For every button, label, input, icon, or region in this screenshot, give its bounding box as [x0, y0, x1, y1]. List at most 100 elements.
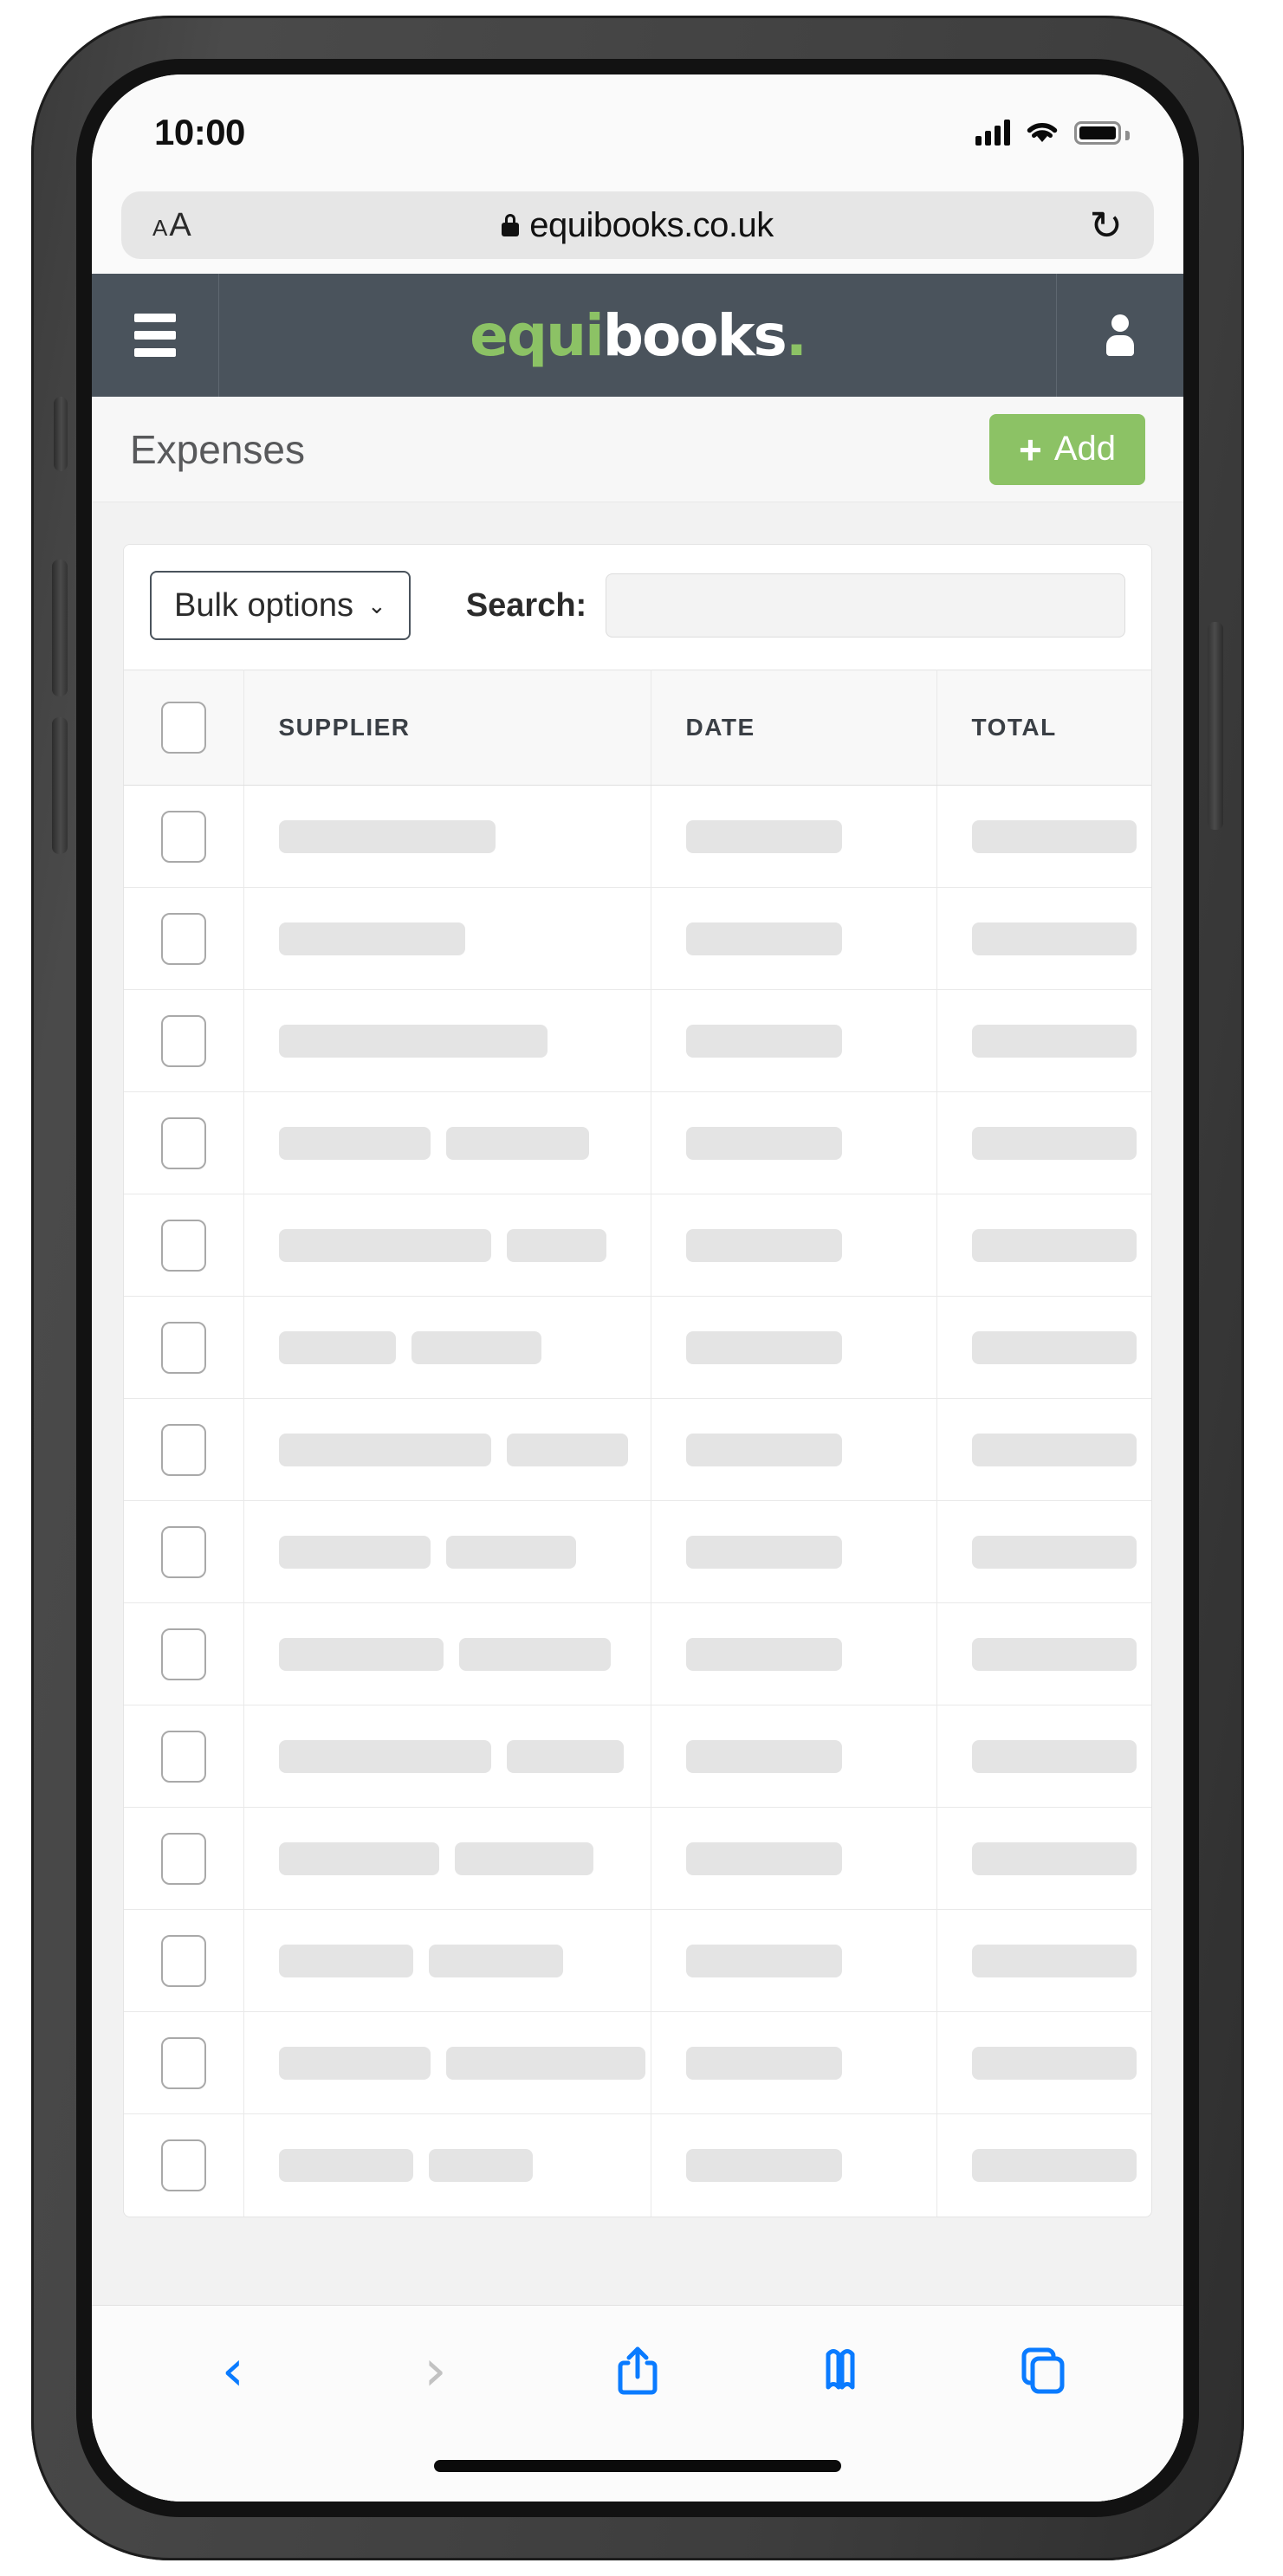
skeleton-bar — [685, 2148, 842, 2182]
battery-full-icon — [1074, 120, 1130, 145]
skeleton-bar — [685, 2046, 842, 2080]
back-button[interactable]: ‹ — [202, 2335, 264, 2406]
table-row[interactable] — [124, 887, 1151, 990]
table-row[interactable] — [124, 989, 1151, 1092]
skeleton-bar — [278, 2046, 431, 2080]
hamburger-menu-button[interactable] — [92, 274, 219, 397]
cell-total — [936, 887, 1151, 990]
logo-dot: . — [785, 301, 807, 369]
skeleton-bar — [971, 1841, 1137, 1875]
row-checkbox[interactable] — [160, 1116, 206, 1169]
share-button[interactable] — [606, 2335, 669, 2406]
table-row[interactable] — [124, 1194, 1151, 1297]
cell-supplier — [243, 1091, 651, 1194]
wifi-icon — [1027, 123, 1058, 142]
volume-up-button[interactable] — [52, 560, 68, 696]
bulk-options-dropdown[interactable]: Bulk options ⌄ — [150, 571, 411, 640]
row-checkbox[interactable] — [160, 1423, 206, 1476]
skeleton-bar — [971, 1228, 1137, 1262]
row-checkbox[interactable] — [160, 1628, 206, 1680]
select-all-checkbox[interactable] — [160, 702, 206, 754]
skeleton-bar — [506, 1228, 606, 1262]
skeleton-bar — [428, 2148, 533, 2182]
skeleton-bar — [278, 1944, 413, 1977]
skeleton-bar — [428, 1944, 563, 1977]
row-checkbox[interactable] — [160, 1321, 206, 1374]
tabs-button[interactable] — [1011, 2335, 1073, 2406]
forward-button[interactable]: › — [404, 2335, 466, 2406]
home-indicator[interactable] — [434, 2460, 841, 2472]
table-row[interactable] — [124, 1807, 1151, 1910]
skeleton-bar — [445, 1535, 576, 1569]
skeleton-bar — [278, 922, 465, 955]
phone-bezel: 10:00 AA equibooks.co.uk ↻ equibooks. Ex… — [76, 59, 1199, 2517]
skeleton-bar — [685, 1739, 842, 1773]
row-checkbox[interactable] — [160, 1014, 206, 1067]
add-expense-button[interactable]: + Add — [988, 413, 1145, 485]
skeleton-bar — [278, 1535, 431, 1569]
skeleton-bar — [971, 1944, 1137, 1977]
tabs-icon — [1021, 2347, 1065, 2394]
row-select-cell — [124, 1194, 244, 1297]
table-row[interactable] — [124, 785, 1151, 888]
app-logo[interactable]: equibooks. — [219, 274, 1056, 397]
row-checkbox[interactable] — [160, 912, 206, 965]
row-checkbox[interactable] — [160, 2036, 206, 2089]
skeleton-bar — [278, 1126, 431, 1160]
column-header-total[interactable]: TOTAL — [936, 670, 1151, 786]
cell-supplier — [243, 989, 651, 1092]
phone-screen: 10:00 AA equibooks.co.uk ↻ equibooks. Ex… — [92, 74, 1183, 2502]
search-group: Search: — [466, 573, 1125, 638]
status-clock: 10:00 — [154, 112, 245, 152]
row-checkbox[interactable] — [160, 1832, 206, 1885]
cell-supplier — [243, 1705, 651, 1808]
row-checkbox[interactable] — [160, 810, 206, 863]
table-row[interactable] — [124, 1500, 1151, 1603]
table-row[interactable] — [124, 1091, 1151, 1194]
row-select-cell — [124, 989, 244, 1092]
browser-toolbar-icons: ‹ › — [92, 2306, 1183, 2436]
status-bar: 10:00 — [92, 74, 1183, 177]
skeleton-bar — [685, 1126, 842, 1160]
skeleton-bar — [971, 1739, 1137, 1773]
table-toolbar: Bulk options ⌄ Search: — [124, 545, 1151, 670]
row-checkbox[interactable] — [160, 1730, 206, 1783]
cell-date — [651, 1909, 937, 2012]
search-input[interactable] — [606, 573, 1125, 638]
cell-supplier — [243, 2011, 651, 2114]
cell-total — [936, 1091, 1151, 1194]
column-header-date[interactable]: DATE — [651, 670, 937, 786]
bookmarks-button[interactable] — [809, 2335, 872, 2406]
row-checkbox[interactable] — [160, 2139, 206, 2191]
row-checkbox[interactable] — [160, 1934, 206, 1987]
column-header-supplier[interactable]: SUPPLIER — [243, 670, 651, 786]
cell-supplier — [243, 2113, 651, 2217]
cell-date — [651, 1296, 937, 1399]
table-row[interactable] — [124, 1398, 1151, 1501]
power-button[interactable] — [1208, 622, 1223, 830]
table-row[interactable] — [124, 1909, 1151, 2012]
skeleton-bar — [971, 922, 1137, 955]
logo-text-secondary: books — [602, 301, 787, 369]
table-row[interactable] — [124, 2011, 1151, 2114]
table-row[interactable] — [124, 1705, 1151, 1808]
table-row[interactable] — [124, 1296, 1151, 1399]
cell-date — [651, 2011, 937, 2114]
cell-date — [651, 1194, 937, 1297]
skeleton-bar — [278, 1330, 396, 1364]
account-button[interactable] — [1056, 274, 1183, 397]
volume-down-button[interactable] — [52, 717, 68, 854]
skeleton-bar — [278, 1841, 439, 1875]
table-row[interactable] — [124, 1602, 1151, 1705]
browser-url-bar[interactable]: AA equibooks.co.uk ↻ — [121, 191, 1154, 259]
table-row[interactable] — [124, 2113, 1151, 2217]
page-title-bar: Expenses + Add — [92, 397, 1183, 502]
row-checkbox[interactable] — [160, 1525, 206, 1578]
skeleton-bar — [445, 2046, 645, 2080]
mute-switch[interactable] — [54, 397, 68, 471]
row-checkbox[interactable] — [160, 1219, 206, 1272]
url-display[interactable]: equibooks.co.uk — [121, 206, 1154, 245]
cell-total — [936, 1194, 1151, 1297]
cell-total — [936, 2011, 1151, 2114]
cell-total — [936, 1909, 1151, 2012]
